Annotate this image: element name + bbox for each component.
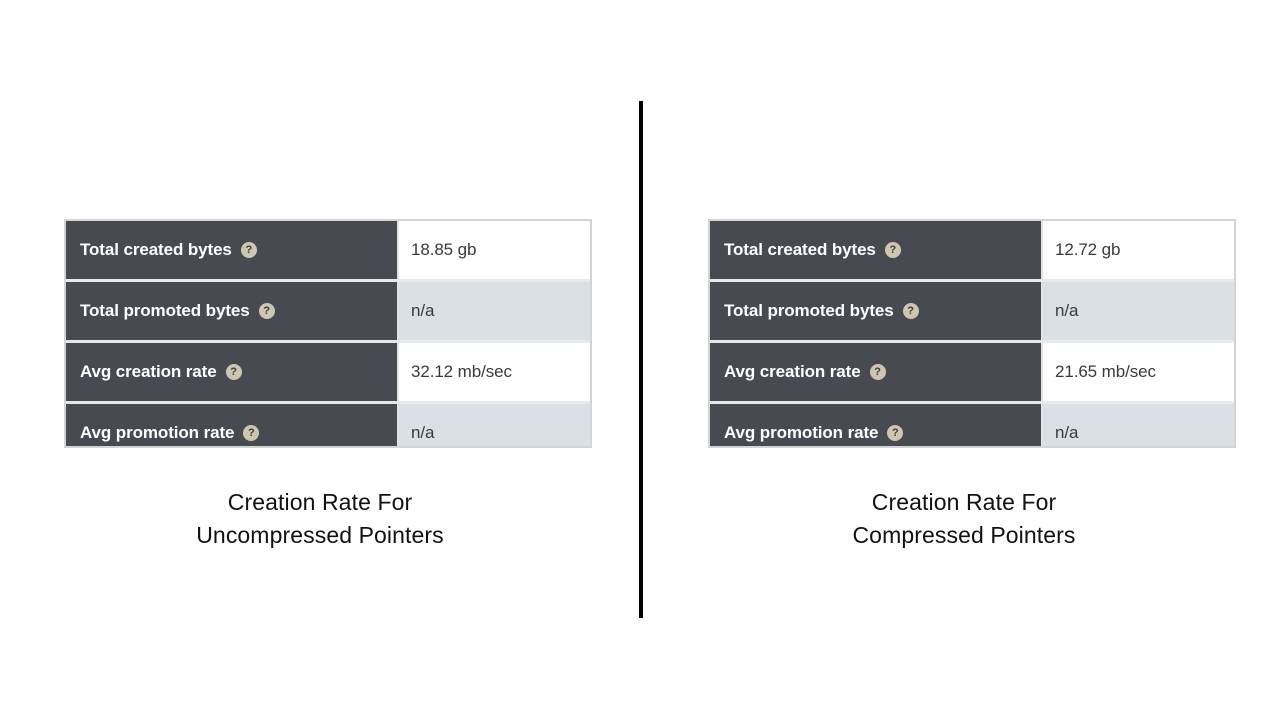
table-row: Avg creation rate ? 32.12 mb/sec: [66, 340, 590, 401]
caption-line: Creation Rate For: [227, 489, 413, 515]
metric-label-avg-creation-rate: Avg creation rate ?: [710, 343, 1041, 401]
metric-label-total-promoted-bytes: Total promoted bytes ?: [66, 282, 397, 340]
table-row: Avg promotion rate ? n/a: [710, 401, 1234, 446]
metric-value-total-created-bytes: 18.85 gb: [397, 221, 590, 279]
metric-label-text: Avg promotion rate: [724, 423, 879, 442]
table-row: Total created bytes ? 18.85 gb: [66, 221, 590, 279]
metric-label-avg-promotion-rate: Avg promotion rate ?: [66, 404, 397, 446]
table-row: Avg promotion rate ? n/a: [66, 401, 590, 446]
metric-value-avg-promotion-rate: n/a: [1041, 404, 1234, 446]
metric-value-total-promoted-bytes: n/a: [397, 282, 590, 340]
metric-label-avg-promotion-rate: Avg promotion rate ?: [710, 404, 1041, 446]
metric-label-text: Total created bytes: [80, 240, 232, 259]
table-row: Total created bytes ? 12.72 gb: [710, 221, 1234, 279]
panel-caption: Creation Rate For Compressed Pointers: [644, 486, 1280, 552]
metric-label-total-created-bytes: Total created bytes ?: [66, 221, 397, 279]
panel-caption: Creation Rate For Uncompressed Pointers: [0, 486, 640, 552]
caption-line: Creation Rate For: [871, 489, 1057, 515]
metrics-table: Total created bytes ? 18.85 gb Total pro…: [64, 219, 592, 448]
help-icon[interactable]: ?: [902, 303, 919, 319]
metric-label-text: Avg creation rate: [80, 362, 217, 381]
metric-label-text: Avg creation rate: [724, 362, 861, 381]
metric-value-total-created-bytes: 12.72 gb: [1041, 221, 1234, 279]
metric-label-text: Total promoted bytes: [724, 301, 894, 320]
panel-compressed-pointers: Total created bytes ? 12.72 gb Total pro…: [640, 0, 1280, 720]
table-row: Avg creation rate ? 21.65 mb/sec: [710, 340, 1234, 401]
metric-label-text: Total created bytes: [724, 240, 876, 259]
help-icon[interactable]: ?: [887, 425, 904, 441]
caption-line: Compressed Pointers: [852, 522, 1076, 548]
table-row: Total promoted bytes ? n/a: [66, 279, 590, 340]
metric-label-text: Total promoted bytes: [80, 301, 250, 320]
metric-label-avg-creation-rate: Avg creation rate ?: [66, 343, 397, 401]
help-icon[interactable]: ?: [240, 242, 257, 258]
metric-label-total-created-bytes: Total created bytes ?: [710, 221, 1041, 279]
caption-line: Uncompressed Pointers: [196, 522, 444, 548]
metric-value-avg-promotion-rate: n/a: [397, 404, 590, 446]
metric-value-avg-creation-rate: 32.12 mb/sec: [397, 343, 590, 401]
metric-value-avg-creation-rate: 21.65 mb/sec: [1041, 343, 1234, 401]
metric-value-total-promoted-bytes: n/a: [1041, 282, 1234, 340]
help-icon[interactable]: ?: [243, 425, 260, 441]
help-icon[interactable]: ?: [225, 364, 242, 380]
help-icon[interactable]: ?: [884, 242, 901, 258]
metric-label-total-promoted-bytes: Total promoted bytes ?: [710, 282, 1041, 340]
help-icon[interactable]: ?: [869, 364, 886, 380]
panel-uncompressed-pointers: Total created bytes ? 18.85 gb Total pro…: [0, 0, 640, 720]
metrics-table: Total created bytes ? 12.72 gb Total pro…: [708, 219, 1236, 448]
metric-label-text: Avg promotion rate: [80, 423, 235, 442]
help-icon[interactable]: ?: [258, 303, 275, 319]
table-row: Total promoted bytes ? n/a: [710, 279, 1234, 340]
